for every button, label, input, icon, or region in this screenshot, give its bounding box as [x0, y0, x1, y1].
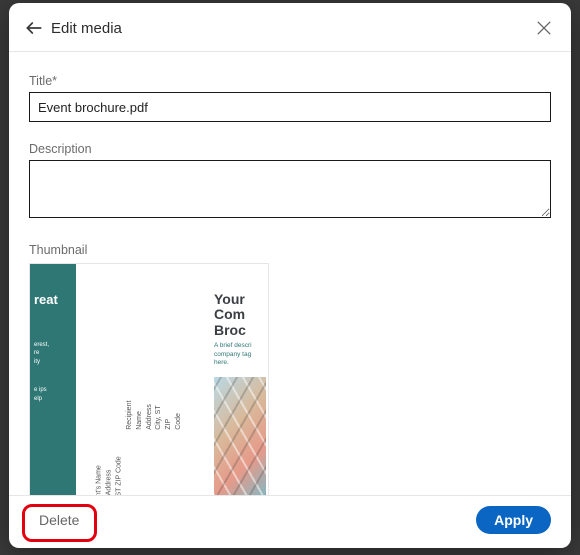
modal-title: Edit media: [51, 20, 531, 37]
brochure-image: [214, 377, 266, 495]
modal-footer: Delete Apply: [9, 495, 571, 548]
title-label: Title*: [29, 74, 551, 88]
brochure-right-panel: Your Com Broc A brief descri company tag…: [212, 264, 268, 495]
brochure-left-heading: reat: [34, 292, 72, 307]
description-label: Description: [29, 142, 551, 156]
brochure-left-text-b: e ips elp: [34, 386, 72, 403]
title-input[interactable]: [29, 92, 551, 122]
apply-button[interactable]: Apply: [476, 506, 551, 534]
brochure-left-panel: reat erest, re ity e ips elp: [30, 264, 76, 495]
thumbnail-label: Thumbnail: [29, 243, 551, 257]
modal-body: Title* Description Thumbnail reat erest,…: [9, 52, 571, 495]
brochure-right-heading: Your Com Broc: [214, 292, 268, 338]
delete-button[interactable]: Delete: [29, 506, 89, 534]
thumbnail-preview[interactable]: reat erest, re ity e ips elp ent's Name …: [29, 263, 269, 495]
close-button[interactable]: [531, 15, 557, 41]
brochure-rotated-text-2: Recipient Name Address City, ST ZIP Code: [125, 401, 184, 430]
brochure-left-text-a: erest, re ity: [34, 341, 72, 366]
scroll-area[interactable]: Title* Description Thumbnail reat erest,…: [9, 52, 571, 495]
edit-media-modal: Edit media Title* Description Thumbnail …: [9, 3, 571, 548]
description-textarea[interactable]: [29, 160, 551, 218]
modal-header: Edit media: [9, 3, 571, 52]
close-icon: [534, 18, 554, 38]
arrow-left-icon: [24, 18, 44, 38]
brochure-mid-panel: ent's Name s Address , ST ZIP Code Recip…: [76, 264, 212, 495]
brochure-right-subtext: A brief descri company tag here.: [214, 342, 268, 367]
brochure-preview-content: reat erest, re ity e ips elp ent's Name …: [30, 264, 268, 495]
brochure-rotated-text-1: ent's Name s Address , ST ZIP Code: [95, 456, 124, 495]
back-button[interactable]: [23, 17, 45, 39]
